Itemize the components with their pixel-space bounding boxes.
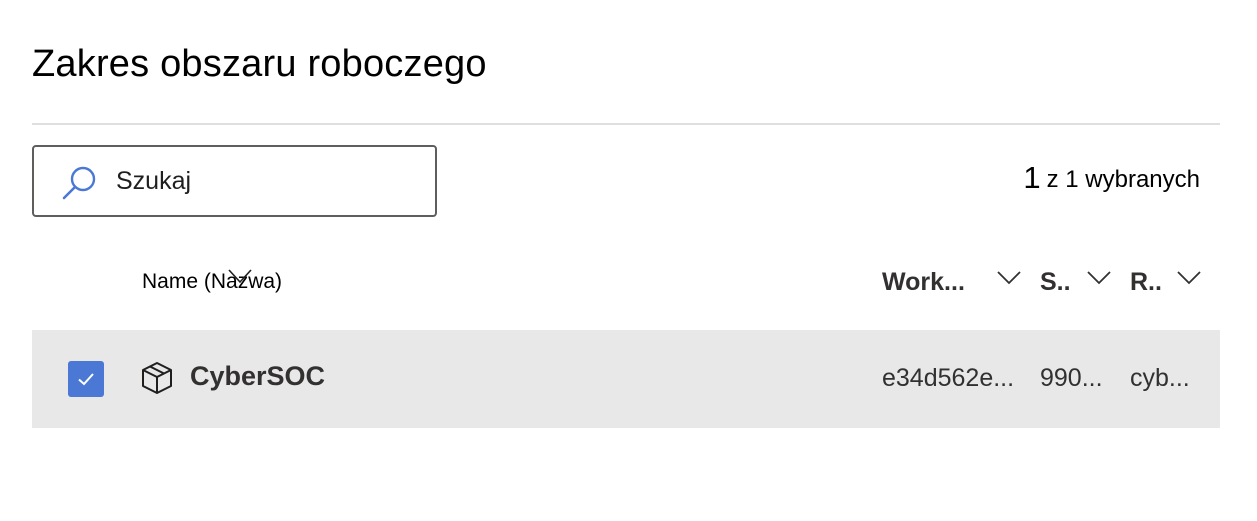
selection-count: 1z 1 wybranych: [1023, 160, 1200, 196]
sort-down-icon[interactable]: [227, 268, 253, 286]
column-header-workspace-label: Work...: [882, 267, 965, 296]
chevron-down-icon[interactable]: [1086, 270, 1112, 286]
chevron-down-icon[interactable]: [996, 270, 1022, 286]
subscription-cell: 990...: [1040, 364, 1103, 392]
workspace-id-cell: e34d562e...: [882, 364, 1015, 392]
cube-icon: [139, 360, 175, 396]
search-box[interactable]: [32, 145, 437, 217]
resource-group-cell: cyb...: [1130, 364, 1190, 392]
column-header-workspace[interactable]: Work...: [882, 250, 965, 314]
column-header-resource-group[interactable]: R..: [1130, 250, 1162, 314]
row-checkbox[interactable]: [68, 361, 104, 397]
chevron-down-icon[interactable]: [1176, 270, 1202, 286]
column-header-subscription[interactable]: S..: [1040, 250, 1071, 314]
workspace-scope-panel: Zakres obszaru roboczego 1z 1 wybranych …: [0, 0, 1257, 521]
checkmark-icon: [78, 373, 94, 386]
column-header-resource-group-label: R..: [1130, 267, 1162, 296]
selected-count-number: 1: [1023, 160, 1041, 195]
divider: [32, 123, 1220, 125]
table-row[interactable]: CyberSOC e34d562e... 990... cyb...: [32, 330, 1220, 428]
workspace-name: CyberSOC: [190, 361, 326, 391]
table-header: Name (Nazwa) Work... S.. R..: [32, 250, 1220, 320]
column-header-name[interactable]: Name (Nazwa): [142, 250, 282, 314]
column-header-name-label: Name (Nazwa): [142, 270, 283, 293]
page-title: Zakres obszaru roboczego: [32, 43, 487, 85]
selected-count-label: z 1 wybranych: [1046, 166, 1200, 193]
search-icon: [60, 163, 100, 203]
column-header-subscription-label: S..: [1040, 267, 1071, 296]
search-input[interactable]: [116, 163, 416, 199]
